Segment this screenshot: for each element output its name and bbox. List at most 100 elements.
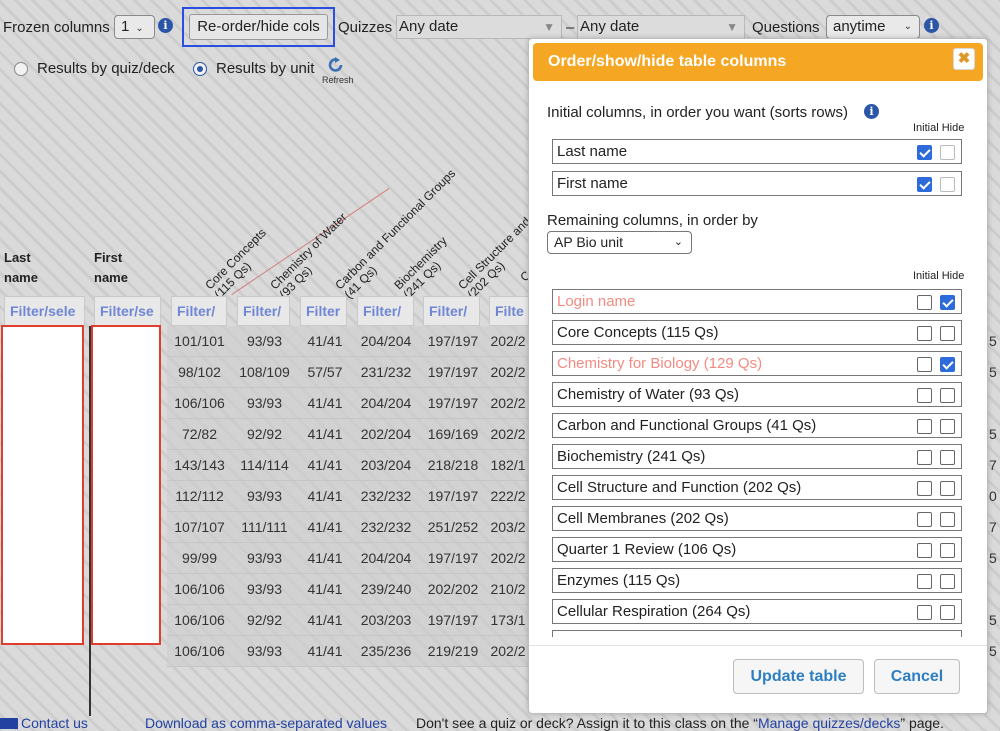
filter-chemistry-of-water[interactable]: Filter/ <box>237 296 290 326</box>
results-by-unit-radio[interactable] <box>193 62 207 76</box>
remaining-column-row[interactable]: Chemistry for Biology (129 Qs) <box>552 351 962 376</box>
table-cell: 101/101 <box>167 326 232 357</box>
remaining-columns-list[interactable]: Login name Core Concepts (115 Qs) Chemistr… <box>529 284 987 637</box>
remaining-column-row[interactable]: Quarter 1 Review (106 Qs) <box>552 537 962 562</box>
filter-core-concepts[interactable]: Filter/ <box>171 296 227 326</box>
show-checkbox[interactable] <box>917 145 932 160</box>
remaining-column-row-partial[interactable] <box>552 630 962 637</box>
date-to-field[interactable]: Any date ▼ <box>577 15 745 39</box>
frozen-columns-select[interactable]: 1 ⌄ <box>114 15 155 39</box>
hide-checkbox[interactable] <box>940 481 955 496</box>
table-cell: 202/2 <box>487 357 529 388</box>
hide-checkbox[interactable] <box>940 450 955 465</box>
hide-checkbox[interactable] <box>940 357 955 372</box>
hide-checkbox[interactable] <box>940 295 955 310</box>
info-icon[interactable]: i <box>864 104 879 119</box>
frozen-columns-value: 1 <box>121 18 130 35</box>
filter-carbon-functional[interactable]: Filter <box>300 296 347 326</box>
hide-checkbox[interactable] <box>940 543 955 558</box>
table-cell-partial: 5 <box>989 550 997 566</box>
hide-checkbox[interactable] <box>940 388 955 403</box>
table-cell: 219/219 <box>419 636 487 667</box>
initial-hide-label: Initial Hide <box>913 122 965 134</box>
questions-select[interactable]: anytime ⌄ <box>826 15 920 39</box>
remaining-column-row[interactable]: Core Concepts (115 Qs) <box>552 320 962 345</box>
hide-checkbox[interactable] <box>940 145 955 160</box>
results-by-quiz-label: Results by quiz/deck <box>37 60 175 77</box>
remaining-column-row[interactable]: Login name <box>552 289 962 314</box>
table-cell: 41/41 <box>297 419 353 450</box>
hide-checkbox[interactable] <box>940 512 955 527</box>
show-checkbox[interactable] <box>917 326 932 341</box>
show-checkbox[interactable] <box>917 481 932 496</box>
refresh-icon[interactable] <box>327 57 345 73</box>
show-checkbox[interactable] <box>917 574 932 589</box>
hide-checkbox[interactable] <box>940 177 955 192</box>
show-checkbox[interactable] <box>917 388 932 403</box>
table-cell-partial: 5 <box>989 426 997 442</box>
results-by-unit-label: Results by unit <box>216 60 315 77</box>
hide-checkbox[interactable] <box>940 326 955 341</box>
show-checkbox[interactable] <box>917 450 932 465</box>
filter-last-name[interactable]: Filter/sele <box>4 296 85 326</box>
filter-cell-structure[interactable]: Filter/ <box>423 296 480 326</box>
remaining-column-row[interactable]: Chemistry of Water (93 Qs) <box>552 382 962 407</box>
table-cell: 93/93 <box>232 574 297 605</box>
show-checkbox[interactable] <box>917 177 932 192</box>
show-checkbox[interactable] <box>917 419 932 434</box>
order-hide-columns-dialog: Order/show/hide table columns ✖ Initial … <box>528 38 988 714</box>
table-cell: 93/93 <box>232 636 297 667</box>
table-cell: 93/93 <box>232 388 297 419</box>
order-by-select[interactable]: AP Bio unit ⌄ <box>547 231 692 254</box>
column-name: Quarter 1 Review (106 Qs) <box>557 541 737 558</box>
table-cell: 41/41 <box>297 512 353 543</box>
table-cell: 57/57 <box>297 357 353 388</box>
close-icon[interactable]: ✖ <box>953 48 975 70</box>
filter-first-name[interactable]: Filter/se <box>94 296 161 326</box>
order-by-value: AP Bio unit <box>554 234 624 250</box>
initial-column-row[interactable]: First name <box>552 171 962 196</box>
date-from-field[interactable]: Any date ▼ <box>396 15 562 39</box>
filter-biochemistry[interactable]: Filter/ <box>357 296 414 326</box>
update-table-button[interactable]: Update table <box>733 659 864 694</box>
show-checkbox[interactable] <box>917 512 932 527</box>
remaining-column-row[interactable]: Cellular Respiration (264 Qs) <box>552 599 962 624</box>
show-checkbox[interactable] <box>917 295 932 310</box>
remaining-column-row[interactable]: Cell Structure and Function (202 Qs) <box>552 475 962 500</box>
remaining-column-row[interactable]: Carbon and Functional Groups (41 Qs) <box>552 413 962 438</box>
show-checkbox[interactable] <box>917 357 932 372</box>
info-icon[interactable]: i <box>158 18 173 33</box>
table-cell: 231/232 <box>353 357 419 388</box>
table-cell: 41/41 <box>297 574 353 605</box>
info-icon[interactable]: i <box>924 18 939 33</box>
filter-partial-column[interactable]: Filte <box>489 296 529 326</box>
table-cell-partial: 7 <box>989 519 997 535</box>
column-name: Chemistry of Water (93 Qs) <box>557 386 739 403</box>
cancel-button[interactable]: Cancel <box>874 659 960 694</box>
results-by-quiz-radio[interactable] <box>14 62 28 76</box>
header-first-name[interactable]: First name <box>94 248 128 288</box>
remaining-column-row[interactable]: Enzymes (115 Qs) <box>552 568 962 593</box>
table-cell: 72/82 <box>167 419 232 450</box>
table-cell: 239/240 <box>353 574 419 605</box>
reorder-hide-cols-button[interactable]: Re-order/hide cols <box>182 7 335 47</box>
header-core-concepts[interactable]: Core Concepts (115 Qs) <box>202 226 278 302</box>
column-name: Biochemistry (241 Qs) <box>557 448 706 465</box>
table-cell: 92/92 <box>232 605 297 636</box>
table-cell: 182/1 <box>487 450 529 481</box>
initial-column-row[interactable]: Last name <box>552 139 962 164</box>
table-cell: 99/99 <box>167 543 232 574</box>
show-checkbox[interactable] <box>917 543 932 558</box>
hide-checkbox[interactable] <box>940 419 955 434</box>
table-cell: 204/204 <box>353 543 419 574</box>
frozen-column-divider <box>89 326 91 716</box>
table-cell-partial: 0 <box>989 488 997 504</box>
show-checkbox[interactable] <box>917 605 932 620</box>
remaining-column-row[interactable]: Biochemistry (241 Qs) <box>552 444 962 469</box>
header-last-name[interactable]: Last name <box>4 248 38 288</box>
hide-checkbox[interactable] <box>940 574 955 589</box>
remaining-column-row[interactable]: Cell Membranes (202 Qs) <box>552 506 962 531</box>
hide-checkbox[interactable] <box>940 605 955 620</box>
table-cell: 143/143 <box>167 450 232 481</box>
table-cell: 41/41 <box>297 605 353 636</box>
